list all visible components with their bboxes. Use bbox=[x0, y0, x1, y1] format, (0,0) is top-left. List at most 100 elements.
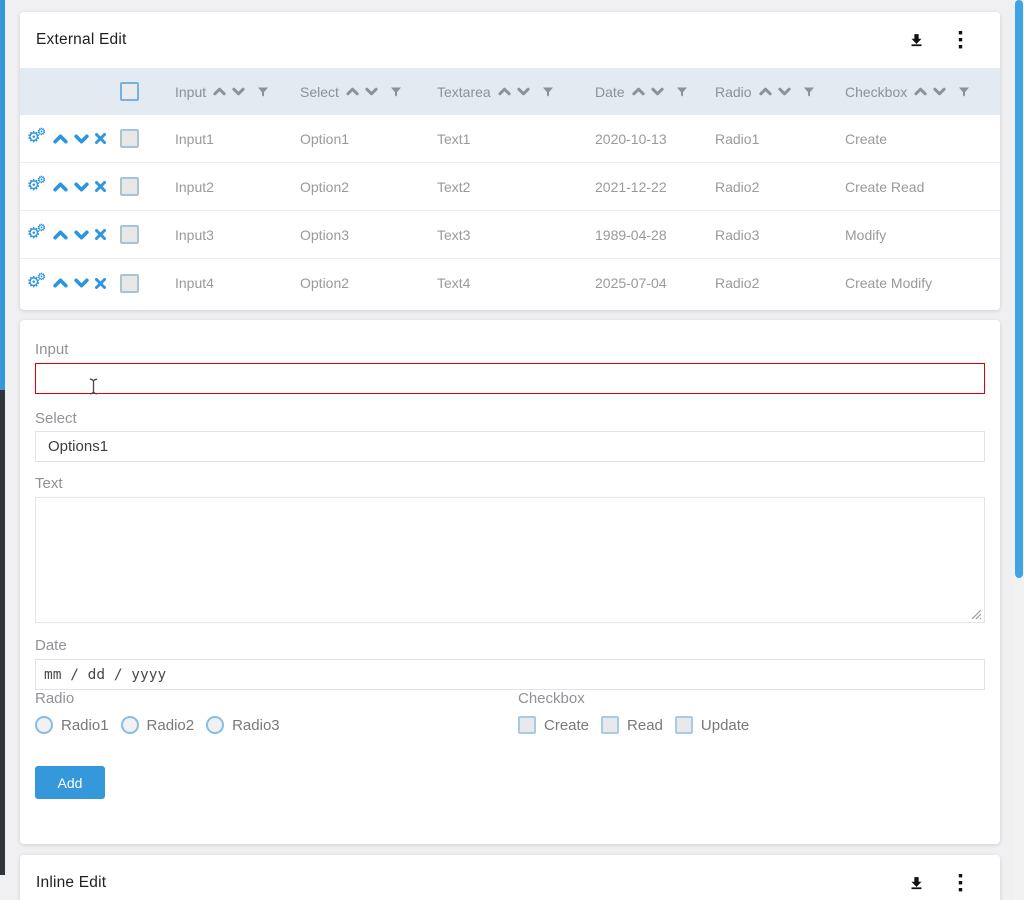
cell-select: Option1 bbox=[300, 131, 437, 147]
row-checkbox[interactable] bbox=[120, 129, 139, 148]
resize-grip-icon[interactable] bbox=[971, 609, 982, 620]
table-header-row: Input Select Textarea Date bbox=[20, 68, 1000, 115]
row-settings-button[interactable]: ⚙⚙ bbox=[28, 226, 47, 243]
sort-desc-icon[interactable] bbox=[517, 87, 530, 96]
more-menu-button[interactable] bbox=[950, 873, 970, 893]
column-label: Select bbox=[300, 84, 339, 100]
radio-option-radio1[interactable] bbox=[35, 716, 53, 734]
cell-input: Input1 bbox=[175, 131, 300, 147]
table-header-cell-checkbox: Checkbox bbox=[845, 84, 1000, 100]
input-label: Input bbox=[35, 341, 985, 359]
input-field[interactable] bbox=[35, 363, 985, 394]
row-settings-button[interactable]: ⚙⚙ bbox=[28, 130, 47, 147]
radio-option-radio3[interactable] bbox=[206, 716, 224, 734]
sort-desc-icon[interactable] bbox=[365, 87, 378, 96]
filter-icon[interactable] bbox=[676, 86, 688, 98]
cell-date: 2021-12-22 bbox=[595, 179, 715, 195]
cell-checkbox: Create bbox=[845, 131, 1000, 147]
cell-textarea: Text2 bbox=[437, 179, 595, 195]
select-all-checkbox[interactable] bbox=[120, 82, 139, 101]
checkbox-option-label: Read bbox=[627, 717, 663, 734]
sidebar-scroll-thumb[interactable] bbox=[0, 0, 5, 390]
row-settings-button[interactable]: ⚙⚙ bbox=[28, 275, 47, 292]
filter-icon[interactable] bbox=[257, 86, 269, 98]
cell-date: 1989-04-28 bbox=[595, 227, 715, 243]
download-button[interactable] bbox=[906, 30, 926, 50]
table-header-cell-input: Input bbox=[175, 84, 300, 100]
row-move-down-button[interactable] bbox=[74, 230, 89, 240]
sort-desc-icon[interactable] bbox=[651, 87, 664, 96]
row-checkbox[interactable] bbox=[120, 225, 139, 244]
sort-asc-icon[interactable] bbox=[346, 87, 359, 96]
text-label: Text bbox=[35, 475, 985, 493]
column-label: Input bbox=[175, 84, 206, 100]
row-delete-button[interactable] bbox=[95, 278, 106, 289]
row-move-up-button[interactable] bbox=[53, 278, 68, 288]
filter-icon[interactable] bbox=[390, 86, 402, 98]
date-field[interactable]: mm / dd / yyyy bbox=[35, 659, 985, 690]
sort-asc-icon[interactable] bbox=[759, 87, 772, 96]
table-row: ⚙⚙ Input4 Option2 Text4 2025-07-04 Radio… bbox=[20, 259, 1000, 307]
row-delete-button[interactable] bbox=[95, 181, 106, 192]
sort-desc-icon[interactable] bbox=[778, 87, 791, 96]
select-field[interactable]: Options1 bbox=[35, 431, 985, 462]
sort-asc-icon[interactable] bbox=[498, 87, 511, 96]
table-row: ⚙⚙ Input1 Option1 Text1 2020-10-13 Radio… bbox=[20, 115, 1000, 163]
checkbox-option-read[interactable] bbox=[601, 716, 619, 734]
cell-checkbox: Modify bbox=[845, 227, 1000, 243]
add-button[interactable]: Add bbox=[35, 766, 105, 799]
checkbox-option-update[interactable] bbox=[675, 716, 693, 734]
row-checkbox[interactable] bbox=[120, 274, 139, 293]
page-scrollbar-thumb[interactable] bbox=[1015, 0, 1023, 578]
sort-asc-icon[interactable] bbox=[632, 87, 645, 96]
column-label: Checkbox bbox=[845, 84, 907, 100]
row-move-down-button[interactable] bbox=[74, 134, 89, 144]
kebab-menu-icon bbox=[958, 874, 963, 892]
row-move-down-button[interactable] bbox=[74, 278, 89, 288]
filter-icon[interactable] bbox=[542, 86, 554, 98]
radio-option-radio2[interactable] bbox=[121, 716, 139, 734]
card-external-edit: External Edit Input bbox=[20, 12, 1000, 310]
table-header-cell-select: Select bbox=[300, 84, 437, 100]
row-move-up-button[interactable] bbox=[53, 230, 68, 240]
row-delete-button[interactable] bbox=[95, 229, 106, 240]
cell-textarea: Text3 bbox=[437, 227, 595, 243]
filter-icon[interactable] bbox=[803, 86, 815, 98]
cogs-icon: ⚙ bbox=[37, 128, 46, 138]
sort-desc-icon[interactable] bbox=[232, 87, 245, 96]
cell-radio: Radio2 bbox=[715, 179, 845, 195]
row-move-down-button[interactable] bbox=[74, 182, 89, 192]
card-add-form: Input Select Options1 Text Date mm / dd … bbox=[20, 320, 1000, 844]
row-move-up-button[interactable] bbox=[53, 182, 68, 192]
card-header: External Edit bbox=[20, 12, 1000, 68]
sort-asc-icon[interactable] bbox=[914, 87, 927, 96]
download-icon bbox=[908, 875, 925, 892]
date-placeholder: mm / dd / yyyy bbox=[44, 667, 166, 683]
row-checkbox[interactable] bbox=[120, 177, 139, 196]
filter-icon[interactable] bbox=[958, 86, 970, 98]
sort-asc-icon[interactable] bbox=[213, 87, 226, 96]
cell-date: 2020-10-13 bbox=[595, 131, 715, 147]
card-title: Inline Edit bbox=[36, 874, 106, 892]
cell-select: Option3 bbox=[300, 227, 437, 243]
textarea-field[interactable] bbox=[35, 497, 985, 623]
checkbox-option-create[interactable] bbox=[518, 716, 536, 734]
cogs-icon: ⚙ bbox=[37, 273, 46, 283]
radio-group-label: Radio bbox=[35, 690, 518, 708]
table-row: ⚙⚙ Input3 Option3 Text3 1989-04-28 Radio… bbox=[20, 211, 1000, 259]
cell-radio: Radio2 bbox=[715, 275, 845, 291]
column-label: Date bbox=[595, 84, 625, 100]
download-button[interactable] bbox=[906, 873, 926, 893]
row-settings-button[interactable]: ⚙⚙ bbox=[28, 178, 47, 195]
cogs-icon: ⚙ bbox=[37, 176, 46, 186]
more-menu-button[interactable] bbox=[950, 30, 970, 50]
cell-input: Input3 bbox=[175, 227, 300, 243]
cell-checkbox: Create Read bbox=[845, 179, 1000, 195]
column-label: Radio bbox=[715, 84, 752, 100]
cell-select: Option2 bbox=[300, 179, 437, 195]
sort-desc-icon[interactable] bbox=[933, 87, 946, 96]
row-move-up-button[interactable] bbox=[53, 134, 68, 144]
cell-select: Option2 bbox=[300, 275, 437, 291]
row-delete-button[interactable] bbox=[95, 133, 106, 144]
page-scrollbar-track[interactable] bbox=[1013, 0, 1024, 900]
